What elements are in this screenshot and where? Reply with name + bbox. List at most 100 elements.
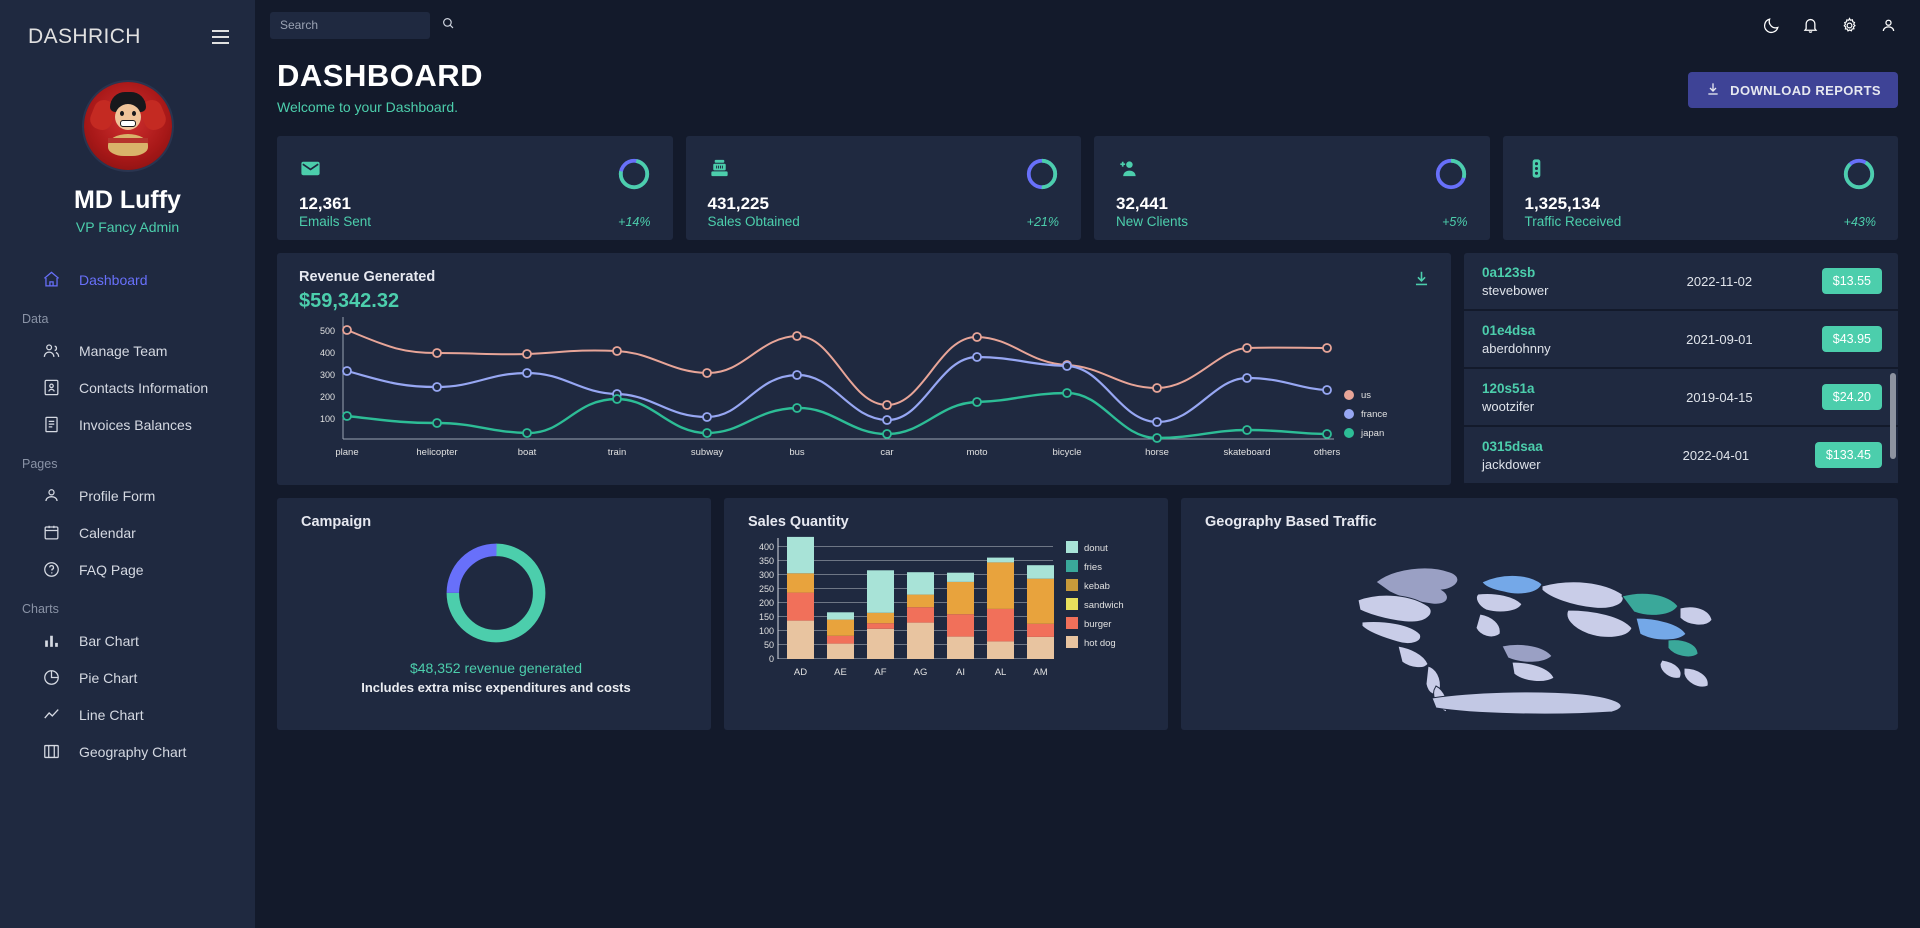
- revenue-title: Revenue Generated: [299, 269, 436, 285]
- person-add-icon: [1116, 157, 1168, 185]
- sidebar-item-manage-team[interactable]: Manage Team: [0, 332, 255, 369]
- progress-ring: [1843, 158, 1875, 190]
- sidebar-item-dashboard[interactable]: Dashboard: [0, 261, 255, 298]
- svg-text:skateboard: skateboard: [1223, 447, 1270, 458]
- sales-quantity-title: Sales Quantity: [748, 514, 849, 530]
- sidebar-item-geography-chart[interactable]: Geography Chart: [0, 733, 255, 770]
- progress-ring: [1026, 158, 1058, 190]
- revenue-line-chart: 500 400 300 200 100 plane helicopter boa…: [320, 317, 1387, 458]
- y-axis-ticks: 500 400 300 200 100: [320, 326, 335, 424]
- sidebar-item-invoices-balances[interactable]: Invoices Balances: [0, 406, 255, 443]
- stat-percent: +14%: [618, 215, 651, 229]
- scrollbar-thumb[interactable]: [1890, 373, 1896, 459]
- download-icon[interactable]: [1412, 269, 1431, 293]
- avatar[interactable]: [83, 82, 172, 170]
- download-reports-button[interactable]: DOWNLOAD REPORTS: [1688, 72, 1898, 108]
- stat-percent: +5%: [1442, 215, 1468, 229]
- stat-card-traffic-received[interactable]: 1,325,134 Traffic Received +43%: [1502, 136, 1898, 240]
- sidebar-item-contacts-information[interactable]: Contacts Information: [0, 369, 255, 406]
- line-chart-legend: us france japan: [1344, 390, 1387, 439]
- svg-text:car: car: [880, 447, 893, 458]
- map-icon: [42, 742, 61, 761]
- transaction-user: stevebower: [1482, 282, 1549, 298]
- svg-text:200: 200: [320, 392, 335, 402]
- y-axis-ticks: 400 350 300 250 200 150 100 50 0: [759, 542, 774, 664]
- transaction-date: 2021-09-01: [1686, 331, 1753, 347]
- sidebar-section-charts: Charts: [22, 602, 59, 616]
- sidebar-item-bar-chart[interactable]: Bar Chart: [0, 622, 255, 659]
- sidebar-item-label: Manage Team: [79, 342, 168, 359]
- campaign-caption-revenue: $48,352 revenue generated: [409, 660, 583, 676]
- search-icon[interactable]: [441, 16, 455, 35]
- transaction-date: 2019-04-15: [1686, 389, 1753, 405]
- svg-text:150: 150: [759, 612, 774, 622]
- table-row[interactable]: 01e4dsa aberdohnny 2021-09-01 $43.95: [1464, 311, 1898, 369]
- transaction-cost: $43.95: [1821, 326, 1882, 352]
- search-input[interactable]: [280, 18, 435, 32]
- bar-AD: [787, 536, 814, 659]
- main-content: DASHBOARD Welcome to your Dashboard. DOW…: [255, 0, 1920, 928]
- stat-cards-row: 12,361 Emails Sent +14% 431,225 Sales Ob…: [277, 136, 1898, 240]
- svg-text:others: others: [1314, 447, 1341, 458]
- search-box[interactable]: [270, 11, 454, 39]
- table-row[interactable]: 0a123sb stevebower 2022-11-02 $13.55: [1464, 253, 1898, 311]
- sidebar-section-data: Data: [22, 312, 49, 326]
- table-row[interactable]: 0315dsaa jackdower 2022-04-01 $133.45: [1464, 427, 1898, 485]
- hamburger-icon[interactable]: [208, 26, 233, 48]
- sidebar-item-calendar[interactable]: Calendar: [0, 514, 255, 551]
- svg-text:helicopter: helicopter: [416, 447, 457, 458]
- bars: [787, 536, 1054, 659]
- x-axis-labels: plane helicopter boat train subway bus c…: [335, 447, 1340, 458]
- people-icon: [42, 341, 61, 360]
- settings-icon[interactable]: [1840, 16, 1859, 35]
- transactions-panel[interactable]: 0a123sb stevebower 2022-11-02 $13.55 01e…: [1464, 253, 1898, 485]
- campaign-title: Campaign: [301, 514, 372, 530]
- stat-card-new-clients[interactable]: 32,441 New Clients +5%: [1094, 136, 1490, 240]
- svg-text:AF: AF: [874, 667, 886, 678]
- person-icon: [42, 486, 61, 505]
- bar-chart-icon: [42, 631, 61, 650]
- sidebar-item-label: Dashboard: [79, 271, 148, 288]
- svg-text:100: 100: [320, 414, 335, 424]
- sidebar-item-profile-form[interactable]: Profile Form: [0, 477, 255, 514]
- svg-text:bus: bus: [789, 447, 805, 458]
- table-row[interactable]: 120s51a wootzifer 2019-04-15 $24.20: [1464, 369, 1898, 427]
- bar-AI: [947, 572, 974, 659]
- bar-AL: [987, 557, 1014, 659]
- page-subtitle: Welcome to your Dashboard.: [277, 99, 459, 115]
- sidebar-item-line-chart[interactable]: Line Chart: [0, 696, 255, 733]
- dark-mode-icon[interactable]: [1762, 16, 1781, 35]
- notifications-icon[interactable]: [1801, 16, 1820, 35]
- person-icon[interactable]: [1879, 16, 1898, 35]
- stat-card-sales-obtained[interactable]: 431,225 Sales Obtained +21%: [685, 136, 1081, 240]
- profile-name: MD Luffy: [74, 186, 181, 214]
- svg-text:400: 400: [759, 542, 774, 552]
- calendar-icon: [42, 523, 61, 542]
- campaign-panel: Campaign $48,352 revenue generated Inclu…: [277, 498, 711, 730]
- svg-text:sandwich: sandwich: [1084, 600, 1124, 611]
- sidebar-item-pie-chart[interactable]: Pie Chart: [0, 659, 255, 696]
- svg-text:100: 100: [759, 626, 774, 636]
- transaction-date: 2022-04-01: [1682, 447, 1750, 463]
- pie-chart-icon: [42, 668, 61, 687]
- stat-card-emails-sent[interactable]: 12,361 Emails Sent +14%: [277, 136, 673, 240]
- bar-AF: [867, 570, 894, 659]
- sidebar-item-faq-page[interactable]: FAQ Page: [0, 551, 255, 588]
- bar-AM: [1027, 565, 1054, 659]
- stat-value: 12,361: [299, 194, 351, 213]
- svg-text:plane: plane: [335, 447, 358, 458]
- sidebar-brand-row: DASHRICH: [0, 18, 255, 52]
- svg-text:300: 300: [320, 370, 335, 380]
- stat-value: 431,225: [707, 194, 769, 213]
- topbar-icons: [1762, 16, 1898, 35]
- bar-AG: [907, 572, 934, 659]
- cash-register-icon: [708, 157, 769, 185]
- brand-title: DASHRICH: [28, 25, 141, 48]
- contact-card-icon: [42, 378, 61, 397]
- stat-percent: +43%: [1843, 215, 1876, 229]
- sales-quantity-bar-chart: 400 350 300 250 200 150 100 50 0 AD AE A…: [759, 536, 1124, 678]
- svg-text:bicycle: bicycle: [1052, 447, 1081, 458]
- transaction-user: aberdohnny: [1482, 340, 1551, 356]
- help-circle-icon: [42, 560, 61, 579]
- svg-text:france: france: [1361, 409, 1387, 420]
